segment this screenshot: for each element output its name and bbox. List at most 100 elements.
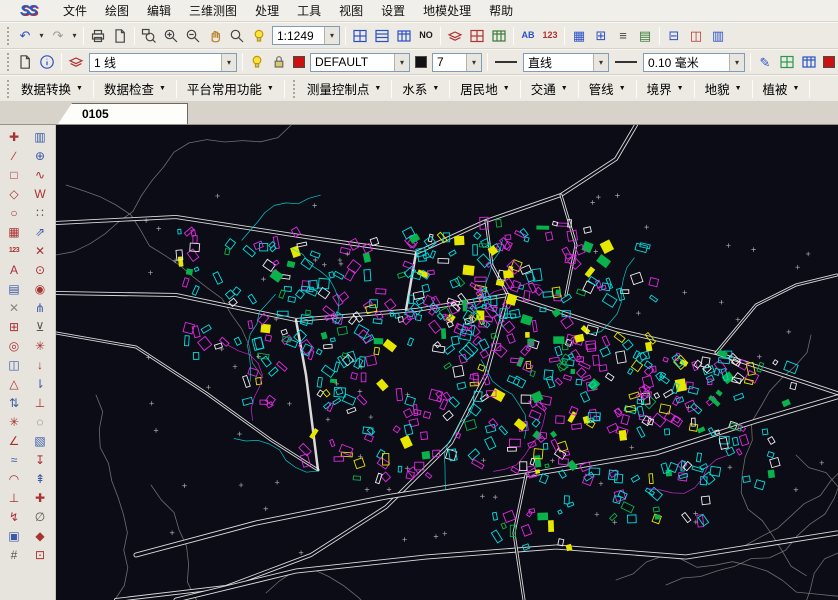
dropdown-arrow-icon[interactable]: ▾ [324,27,339,44]
dropdown-arrow-icon[interactable]: ▾ [221,54,236,71]
drawing-tab[interactable]: 0105 [58,103,188,124]
triangle-icon[interactable]: △ [3,374,25,393]
brightness-icon[interactable] [248,25,270,47]
info-icon[interactable] [36,51,58,73]
dashed-circle-icon[interactable]: ◌ [29,412,51,431]
layer-manager-icon[interactable] [65,51,87,73]
dropdown-arrow-icon[interactable]: ▾ [394,54,409,71]
star-icon[interactable]: ✳ [29,336,51,355]
w-symbol-icon[interactable]: W [29,184,51,203]
edit-properties-icon[interactable]: ✎ [754,51,776,73]
menu-item-4[interactable]: 处理 [246,0,288,22]
cass-feature-button-2[interactable]: 居民地▼ [453,75,516,102]
viewport-table-icon[interactable] [393,25,415,47]
menu-item-6[interactable]: 视图 [330,0,372,22]
viewport-single-icon[interactable] [349,25,371,47]
insert-icon[interactable]: ↧ [29,450,51,469]
globe-icon[interactable]: ⊕ [29,146,51,165]
rows-icon[interactable]: ▥ [707,25,729,47]
hatch-icon[interactable]: ▦ [3,222,25,241]
menu-item-9[interactable]: 帮助 [480,0,522,22]
text-style-icon[interactable]: AB [517,25,539,47]
menu-item-8[interactable]: 地模处理 [414,0,480,22]
cass-feature-button-4[interactable]: 管线▼ [582,75,633,102]
layer-freeze-icon[interactable] [444,25,466,47]
array-icon[interactable]: ⊞ [590,25,612,47]
cass-feature-button-5[interactable]: 境界▼ [640,75,691,102]
boxdot-icon[interactable]: ⊡ [29,545,51,564]
asterisk-icon[interactable]: ✳ [3,412,25,431]
properties-table-icon[interactable] [798,51,820,73]
menu-item-5[interactable]: 工具 [288,0,330,22]
hash-icon[interactable]: # [3,545,25,564]
print-icon[interactable] [87,25,109,47]
array-icon[interactable]: ⊞ [3,317,25,336]
arrow-ne-icon[interactable]: ⇗ [29,222,51,241]
layer-states-icon[interactable] [488,25,510,47]
delete-icon[interactable]: ✕ [3,298,25,317]
dropdown-arrow-icon[interactable]: ▾ [466,54,481,71]
circle-dot-icon[interactable]: ⊙ [29,260,51,279]
zoom-window-icon[interactable] [138,25,160,47]
redo-dropdown-icon[interactable]: ▾ [69,25,80,47]
viewport-tile-icon[interactable] [371,25,393,47]
dropdown-arrow-icon[interactable]: ▾ [729,54,744,71]
numbers-icon[interactable]: 123 [3,241,25,260]
linetype-combo[interactable]: 直线▾ [523,53,609,72]
layer-lock-icon[interactable] [268,51,290,73]
no-plot-button[interactable]: NO [415,25,437,47]
rectangle-icon[interactable]: □ [3,165,25,184]
undo-icon[interactable]: ↶ [14,25,36,47]
cass-tool-button-0[interactable]: 数据转换▼ [14,75,90,102]
region-icon[interactable]: ▣ [3,526,25,545]
xor-icon[interactable]: ⊻ [29,317,51,336]
toolbar-grip[interactable] [292,79,296,99]
collapse-icon[interactable]: ⊟ [663,25,685,47]
menu-item-2[interactable]: 编辑 [138,0,180,22]
redo-icon[interactable]: ↷ [47,25,69,47]
fork-icon[interactable]: ⋔ [29,298,51,317]
cass-feature-button-0[interactable]: 测量控制点▼ [300,75,388,102]
cass-tool-button-2[interactable]: 平台常用功能▼ [180,75,281,102]
line-icon[interactable]: ∕ [3,146,25,165]
toolbar-grip[interactable] [6,52,10,72]
match-properties-swatch[interactable] [823,56,835,68]
zoom-in-icon[interactable] [160,25,182,47]
map-drawing[interactable] [56,125,838,600]
plus-icon[interactable]: ✚ [29,488,51,507]
points-icon[interactable]: ∷ [29,203,51,222]
current-color-swatch[interactable] [293,56,305,68]
hatch-icon[interactable]: ▦ [568,25,590,47]
scale-combo[interactable]: 1:1249▾ [272,26,340,45]
undo-dropdown-icon[interactable]: ▾ [36,25,47,47]
null-icon[interactable]: ∅ [29,507,51,526]
arc-icon[interactable]: ◠ [3,469,25,488]
perp2-icon[interactable]: ⊥ [29,393,51,412]
layer-on-icon[interactable] [246,51,268,73]
cass-feature-button-6[interactable]: 地貌▼ [698,75,749,102]
pan-icon[interactable] [204,25,226,47]
preview-icon[interactable] [109,25,131,47]
cass-feature-button-7[interactable]: 植被▼ [756,75,807,102]
donut-icon[interactable]: ◎ [3,336,25,355]
menu-item-7[interactable]: 设置 [372,0,414,22]
list-icon[interactable]: ≡ [612,25,634,47]
hatch2-icon[interactable]: ▧ [29,431,51,450]
spline-icon[interactable]: ∿ [29,165,51,184]
menu-item-0[interactable]: 文件 [54,0,96,22]
dimension-style-icon[interactable]: 123 [539,25,561,47]
split-view-icon[interactable]: ◫ [685,25,707,47]
half-arrow-icon[interactable]: ⇂ [29,374,51,393]
lineweight-swatch[interactable] [415,56,427,68]
flip-icon[interactable]: ⇅ [3,393,25,412]
wave-icon[interactable]: ≈ [3,450,25,469]
block-icon[interactable]: ◫ [3,355,25,374]
lineweight-combo[interactable]: 7▾ [432,53,482,72]
layer-combo[interactable]: 1 线▾ [89,53,237,72]
toolbar-grip[interactable] [6,79,10,99]
zoom-out-icon[interactable] [182,25,204,47]
toolbar-grip[interactable] [6,26,10,46]
circle-icon[interactable]: ○ [3,203,25,222]
cass-tool-button-1[interactable]: 数据检查▼ [97,75,173,102]
cass-feature-button-3[interactable]: 交通▼ [524,75,575,102]
